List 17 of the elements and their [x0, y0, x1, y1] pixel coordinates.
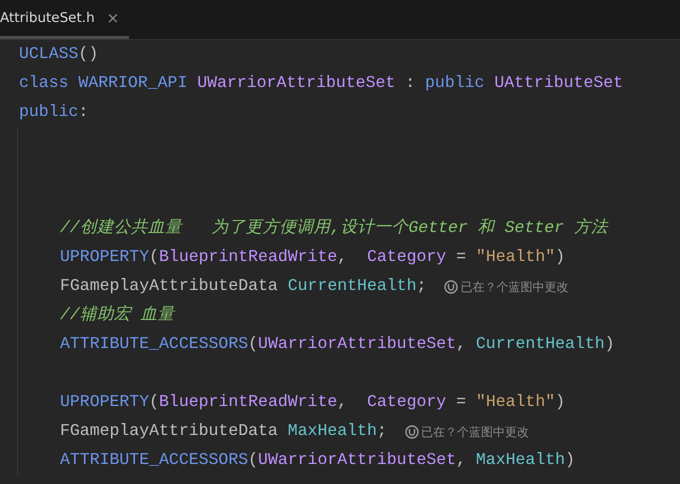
code-line: UPROPERTY(BlueprintReadWrite, Category = "Health") [60, 391, 566, 414]
code-line: class WARRIOR_API UWarriorAttributeSet : public UAttributeSet [19, 72, 624, 94]
code-line: FGameplayAttributeData CurrentHealth; [60, 275, 426, 298]
circle-icon [444, 280, 458, 294]
file-tab[interactable]: AttributeSet.h × [0, 0, 130, 39]
code-line: UCLASS() [19, 43, 98, 66]
inlay-hint[interactable]: 已在？个蓝图中更改 [420, 422, 529, 440]
circle-icon [404, 424, 419, 438]
code-comment: //创建公共血量 为了更方便调用,设计一个Getter 和 Setter 方法 [60, 217, 608, 240]
code-comment: //辅助宏 血量 [60, 304, 175, 326]
code-line: public: [19, 101, 88, 124]
code-line: ATTRIBUTE_ACCESSORS(UWarriorAttributeSet, CurrentHealth) [60, 333, 615, 356]
close-icon[interactable]: × [106, 6, 120, 30]
code-line: FGameplayAttributeData MaxHealth; [60, 420, 387, 442]
code-line: ATTRIBUTE_ACCESSORS(UWarriorAttributeSet, MaxHealth) [60, 449, 575, 472]
code-line: UPROPERTY(BlueprintReadWrite, Category = "Health") [60, 246, 566, 268]
inlay-hint[interactable]: 已在？个蓝图中更改 [460, 278, 568, 296]
